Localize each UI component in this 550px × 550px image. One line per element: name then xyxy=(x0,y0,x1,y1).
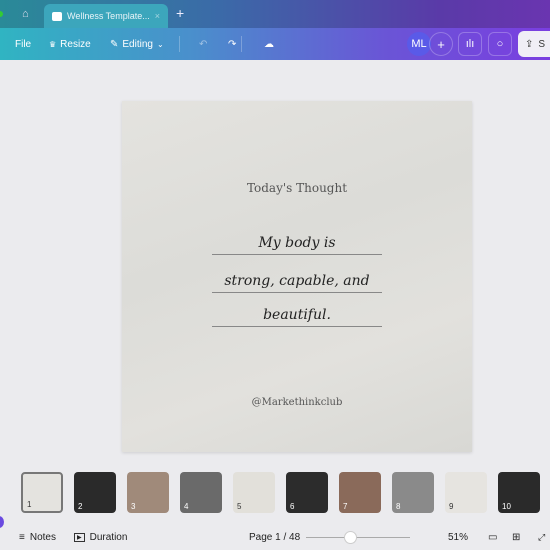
thumbnail-number: 1 xyxy=(27,500,32,509)
close-tab-icon[interactable]: × xyxy=(155,11,160,21)
page-thumbnail[interactable]: 5 xyxy=(233,472,275,513)
quote-line[interactable]: beautiful. xyxy=(212,305,382,327)
browser-tab-bar: ⌂ Wellness Template... × + xyxy=(0,0,550,28)
thumbnail-number: 4 xyxy=(184,502,189,511)
page-thumbnail[interactable]: 8 xyxy=(392,472,434,513)
fullscreen-icon[interactable]: ⤢ xyxy=(538,525,545,550)
share-button[interactable]: ⇪ S xyxy=(518,31,550,57)
file-label: File xyxy=(15,38,32,50)
tab-title: Wellness Template... xyxy=(67,11,150,21)
page-thumbnail[interactable]: 10 xyxy=(498,472,540,513)
notes-label: Notes xyxy=(29,532,56,543)
thumbnail-number: 9 xyxy=(449,502,454,511)
page-indicator[interactable]: Page 1 / 48 xyxy=(249,525,300,550)
quote-line[interactable]: My body is xyxy=(212,233,382,255)
thumbnail-number: 2 xyxy=(78,502,83,511)
page-thumbnail[interactable]: 3 xyxy=(127,472,169,513)
window-control-icon[interactable] xyxy=(0,11,3,17)
page-label: Page 1 / 48 xyxy=(249,532,301,543)
page-thumbnail[interactable]: 6 xyxy=(286,472,328,513)
avatar[interactable]: ML xyxy=(407,32,431,56)
thumbnail-number: 10 xyxy=(502,502,511,511)
cloud-saved-icon[interactable]: ☁ xyxy=(264,28,274,60)
page-thumbnail[interactable]: 2 xyxy=(74,472,116,513)
notes-button[interactable]: ≡ Notes xyxy=(19,525,56,550)
quote-line[interactable]: strong, capable, and xyxy=(212,271,382,293)
divider xyxy=(241,36,242,52)
pencil-icon: ✎ xyxy=(110,38,119,50)
thumbnail-number: 3 xyxy=(131,502,136,511)
divider xyxy=(179,36,180,52)
page-thumbnail[interactable]: 9 xyxy=(445,472,487,513)
page-thumbnail[interactable]: 1 xyxy=(21,472,63,513)
home-icon[interactable]: ⌂ xyxy=(22,8,29,20)
page-view-icon[interactable]: ▭ xyxy=(488,525,497,550)
share-label: S xyxy=(538,38,546,50)
thumbnail-number: 7 xyxy=(343,502,348,511)
editing-label: Editing xyxy=(122,38,153,50)
file-menu[interactable]: File xyxy=(15,28,31,60)
zoom-slider[interactable] xyxy=(306,537,410,538)
chevron-down-icon: ⌄ xyxy=(156,39,164,49)
page-thumbnail[interactable]: 7 xyxy=(339,472,381,513)
thumbnail-number: 6 xyxy=(290,502,295,511)
insights-chart-icon[interactable]: ılı xyxy=(458,32,482,56)
grid-view-icon[interactable]: ⊞ xyxy=(512,525,520,550)
duration-label: Duration xyxy=(89,532,128,543)
new-tab-button[interactable]: + xyxy=(176,5,184,21)
redo-icon[interactable]: ↷ xyxy=(228,28,236,60)
play-box-icon: ▶ xyxy=(74,533,85,542)
duration-button[interactable]: ▶ Duration xyxy=(74,525,127,550)
add-collaborator-button[interactable]: + xyxy=(429,32,453,56)
canva-doc-icon xyxy=(52,11,62,21)
social-handle[interactable]: @Markethinkclub xyxy=(122,397,472,408)
page-heading[interactable]: Today's Thought xyxy=(122,181,472,195)
resize-button[interactable]: ♛ Resize xyxy=(49,28,91,60)
crown-icon: ♛ xyxy=(49,39,57,49)
resize-label: Resize xyxy=(60,38,91,50)
zoom-percent[interactable]: 51% xyxy=(448,525,468,550)
comment-icon[interactable]: ○ xyxy=(488,32,512,56)
thumbnail-number: 5 xyxy=(237,502,242,511)
editing-mode-dropdown[interactable]: ✎ Editing ⌄ xyxy=(110,28,164,60)
thumbnail-number: 8 xyxy=(396,502,401,511)
zoom-percent-label: 51% xyxy=(448,532,469,543)
notes-icon: ≡ xyxy=(19,532,25,543)
bottom-bar: ≡ Notes ▶ Duration Page 1 / 48 51% ▭ ⊞ ⤢ xyxy=(0,525,550,550)
zoom-slider-handle[interactable] xyxy=(343,531,357,544)
editor-toolbar: File ♛ Resize ✎ Editing ⌄ ↶ ↷ ☁ ML + ılı ○ … xyxy=(0,28,550,60)
undo-icon[interactable]: ↶ xyxy=(199,28,207,60)
tab-wellness-template[interactable]: Wellness Template... × xyxy=(44,4,168,28)
page-thumbnail[interactable]: 4 xyxy=(180,472,222,513)
design-page[interactable]: Today's Thought My body is strong, capab… xyxy=(122,101,472,452)
share-icon: ⇪ xyxy=(525,38,534,50)
